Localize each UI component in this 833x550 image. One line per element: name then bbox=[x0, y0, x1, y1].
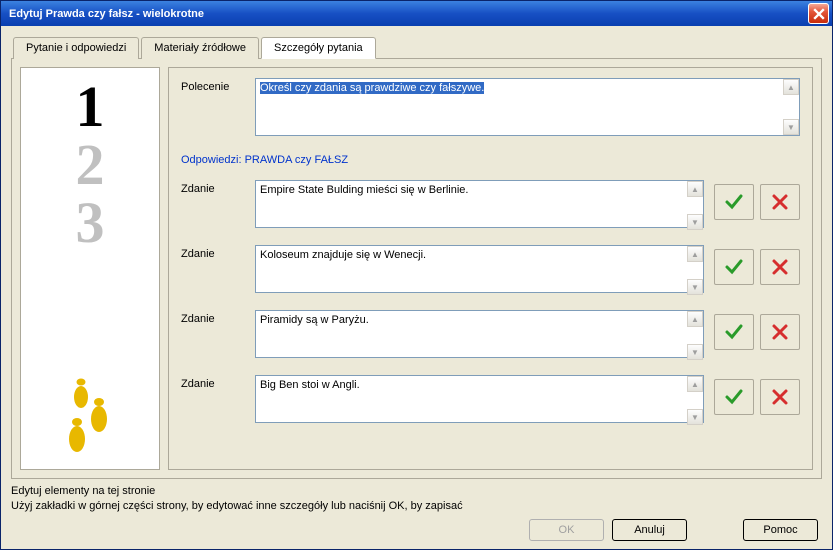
sentence-input-3[interactable] bbox=[255, 310, 704, 358]
scroll-up-button[interactable]: ▲ bbox=[687, 246, 703, 262]
sentence-row-3: Zdanie ▲ ▼ bbox=[181, 310, 800, 361]
scroll-up-button[interactable]: ▲ bbox=[783, 79, 799, 95]
tab-page: 1 2 3 Polecenie bbox=[11, 58, 822, 479]
scroll-down-button[interactable]: ▼ bbox=[687, 344, 703, 360]
sentence-label: Zdanie bbox=[181, 180, 245, 195]
check-icon bbox=[724, 192, 744, 212]
help-line-1: Edytuj elementy na tej stronie bbox=[11, 484, 822, 498]
instruction-text: Określ czy zdania są prawdziwe czy fałsz… bbox=[260, 82, 484, 94]
step-illustration: 1 2 3 bbox=[20, 67, 160, 470]
client-area: Pytanie i odpowiedzi Materiały źródłowe … bbox=[1, 26, 832, 549]
instruction-field-wrap: Określ czy zdania są prawdziwe czy fałsz… bbox=[255, 78, 800, 136]
number-stack: 1 2 3 bbox=[76, 78, 105, 252]
mark-true-button[interactable] bbox=[714, 184, 754, 220]
sentence-input-4[interactable] bbox=[255, 375, 704, 423]
cross-icon bbox=[770, 387, 790, 407]
mark-false-button[interactable] bbox=[760, 184, 800, 220]
tab-materials[interactable]: Materiały źródłowe bbox=[141, 37, 259, 59]
scroll-down-button[interactable]: ▼ bbox=[783, 119, 799, 135]
button-row: OK Anuluj Pomoc bbox=[11, 513, 822, 543]
help-button[interactable]: Pomoc bbox=[743, 519, 818, 541]
scroll-down-button[interactable]: ▼ bbox=[687, 409, 703, 425]
tab-question[interactable]: Pytanie i odpowiedzi bbox=[13, 37, 139, 59]
sentence-label: Zdanie bbox=[181, 245, 245, 260]
sentence-label: Zdanie bbox=[181, 310, 245, 325]
cross-icon bbox=[770, 257, 790, 277]
digit-3-icon: 3 bbox=[76, 194, 105, 252]
digit-2-icon: 2 bbox=[76, 136, 105, 194]
mark-true-button[interactable] bbox=[714, 379, 754, 415]
footprints-icon bbox=[55, 369, 125, 459]
form-panel: Polecenie Określ czy zdania są prawdziwe… bbox=[168, 67, 813, 470]
sentence-input-2[interactable] bbox=[255, 245, 704, 293]
mark-false-button[interactable] bbox=[760, 249, 800, 285]
cross-icon bbox=[770, 322, 790, 342]
close-button[interactable] bbox=[808, 3, 829, 24]
scroll-up-button[interactable]: ▲ bbox=[687, 376, 703, 392]
digit-1-icon: 1 bbox=[76, 78, 105, 136]
window-title: Edytuj Prawda czy fałsz - wielokrotne bbox=[9, 8, 204, 20]
help-text: Edytuj elementy na tej stronie Użyj zakł… bbox=[11, 484, 822, 513]
instruction-row: Polecenie Określ czy zdania są prawdziwe… bbox=[181, 78, 800, 136]
instruction-label: Polecenie bbox=[181, 78, 245, 93]
scroll-down-button[interactable]: ▼ bbox=[687, 214, 703, 230]
scroll-buttons: ▲ ▼ bbox=[783, 79, 799, 135]
sentence-row-2: Zdanie ▲ ▼ bbox=[181, 245, 800, 296]
left-column: 1 2 3 bbox=[20, 67, 160, 470]
titlebar: Edytuj Prawda czy fałsz - wielokrotne bbox=[1, 1, 832, 26]
scroll-up-button[interactable]: ▲ bbox=[687, 181, 703, 197]
answers-section-header: Odpowiedzi: PRAWDA czy FAŁSZ bbox=[181, 154, 800, 166]
mark-true-button[interactable] bbox=[714, 314, 754, 350]
mark-false-button[interactable] bbox=[760, 379, 800, 415]
help-line-2: Użyj zakładki w górnej części strony, by… bbox=[11, 499, 822, 513]
cancel-button[interactable]: Anuluj bbox=[612, 519, 687, 541]
sentence-row-1: Zdanie ▲ ▼ bbox=[181, 180, 800, 231]
sentence-input-1[interactable] bbox=[255, 180, 704, 228]
check-icon bbox=[724, 387, 744, 407]
sentence-label: Zdanie bbox=[181, 375, 245, 390]
dialog-window: Edytuj Prawda czy fałsz - wielokrotne Py… bbox=[0, 0, 833, 550]
close-icon bbox=[813, 8, 825, 20]
check-icon bbox=[724, 257, 744, 277]
scroll-up-button[interactable]: ▲ bbox=[687, 311, 703, 327]
sentence-row-4: Zdanie ▲ ▼ bbox=[181, 375, 800, 426]
cross-icon bbox=[770, 192, 790, 212]
ok-button[interactable]: OK bbox=[529, 519, 604, 541]
tab-strip: Pytanie i odpowiedzi Materiały źródłowe … bbox=[13, 36, 822, 58]
mark-false-button[interactable] bbox=[760, 314, 800, 350]
check-icon bbox=[724, 322, 744, 342]
mark-true-button[interactable] bbox=[714, 249, 754, 285]
instruction-input[interactable]: Określ czy zdania są prawdziwe czy fałsz… bbox=[255, 78, 800, 136]
scroll-down-button[interactable]: ▼ bbox=[687, 279, 703, 295]
tab-details[interactable]: Szczegóły pytania bbox=[261, 37, 376, 59]
